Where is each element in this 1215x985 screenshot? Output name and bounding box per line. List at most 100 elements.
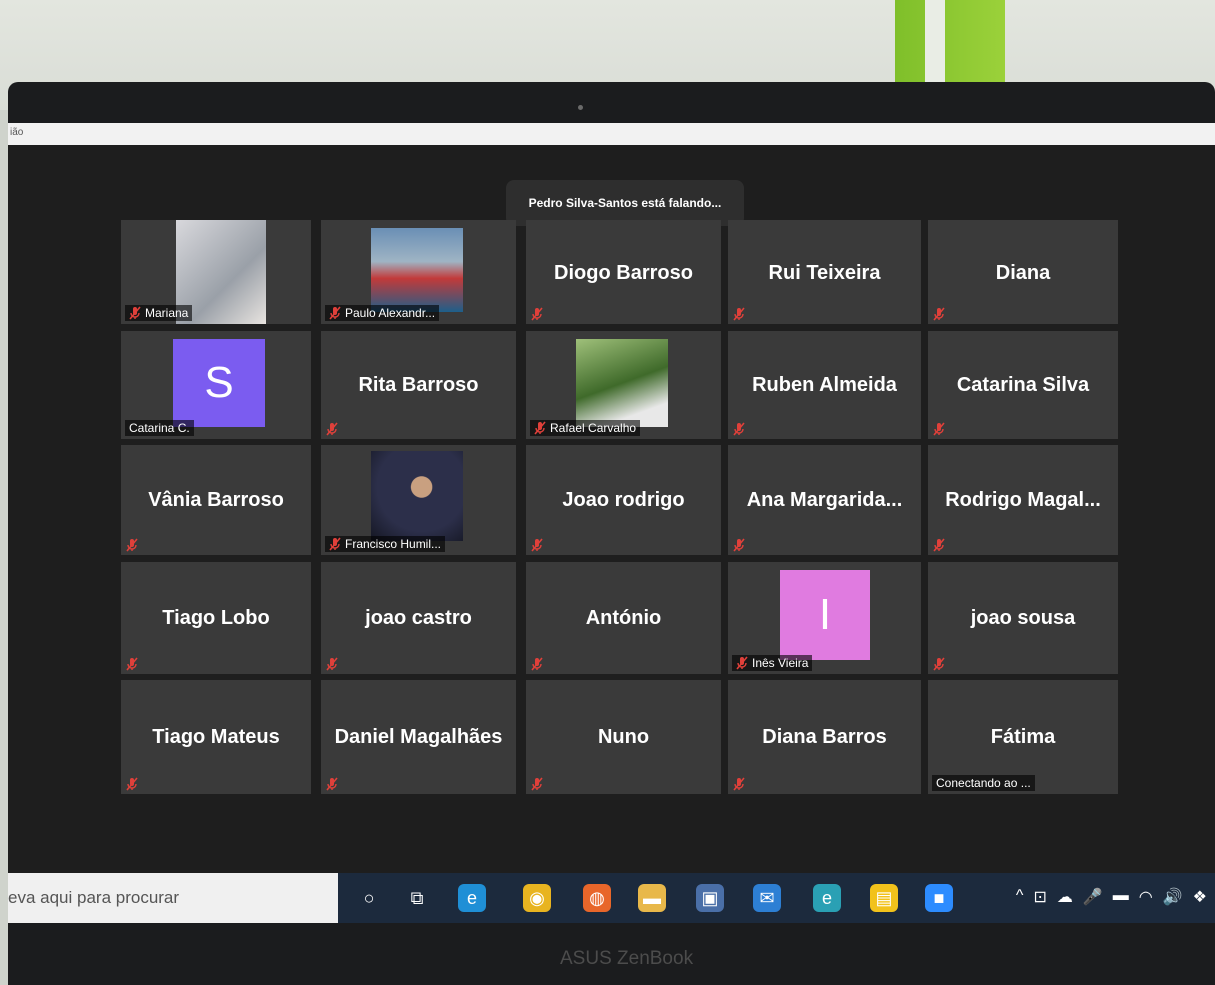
participant-tile[interactable]: António [526,562,721,674]
participant-tile[interactable]: Francisco Humil... [321,445,516,555]
firefox-icon[interactable]: ◍ [583,884,611,912]
task-view-icon[interactable]: ⧉ [403,884,431,912]
participant-tile[interactable]: I Inês Vieira [728,562,921,674]
participant-avatar: S [173,339,265,427]
cortana-icon[interactable]: ○ [355,884,383,912]
muted-mic-icon [932,538,946,552]
dropbox-icon[interactable]: ❖ [1193,887,1207,907]
participant-tile[interactable]: Rita Barroso [321,331,516,439]
participant-tile[interactable]: S Catarina C. [121,331,311,439]
participant-tile[interactable]: Fátima Conectando ao ... [928,680,1118,794]
participant-name: Paulo Alexandr... [345,306,436,320]
participant-video [371,451,463,541]
participant-tile[interactable]: Joao rodrigo [526,445,721,555]
muted-mic-icon [735,656,749,670]
participant-name-label: Catarina C. [125,420,194,436]
volume-icon[interactable]: 🔊 [1163,887,1183,907]
participant-name: Rafael Carvalho [550,421,637,435]
participant-tile[interactable]: joao castro [321,562,516,674]
participant-name: Ruben Almeida [752,374,897,397]
participant-tile[interactable]: Ana Margarida... [728,445,921,555]
participant-name: Joao rodrigo [562,489,685,511]
participant-tile[interactable]: Vânia Barroso [121,445,311,555]
chrome-icon[interactable]: ◉ [523,884,551,912]
participant-name: Vânia Barroso [148,489,284,511]
participant-name: Rui Teixeira [768,261,881,284]
participant-tile[interactable]: Tiago Lobo [121,562,311,674]
muted-mic-icon [732,422,746,436]
participant-name: Catarina C. [129,421,190,435]
search-placeholder: eva aqui para procurar [8,888,180,907]
edge-icon[interactable]: e [458,884,486,912]
system-tray: ^ ⊡ ☁ 🎤 ▬ ◠ 🔊 ❖ [1016,887,1207,907]
participant-name: Rita Barroso [358,374,479,397]
participant-name-label: Paulo Alexandr... [325,305,440,321]
zoom-meeting-window: Pedro Silva-Santos está falando... Maria… [8,145,1215,873]
participant-video [576,339,668,427]
participant-tile[interactable]: Nuno [526,680,721,794]
muted-mic-icon [325,777,339,791]
chevron-up-icon[interactable]: ^ [1016,887,1024,907]
participant-tile[interactable]: Catarina Silva [928,331,1118,439]
onedrive-icon[interactable]: ☁ [1057,887,1073,907]
laptop-brand: ASUS ZenBook [560,948,694,969]
participant-tile[interactable]: Daniel Magalhães [321,680,516,794]
participant-name: Nuno [597,725,650,748]
participant-tile[interactable]: Diogo Barroso [526,220,721,324]
participant-name-label: Rafael Carvalho [530,420,641,436]
connection-status: Conectando ao ... [932,775,1035,791]
window-title: ião [10,127,24,138]
microphone-icon[interactable]: 🎤 [1083,887,1103,907]
sticky-notes-icon[interactable]: ▤ [870,884,898,912]
muted-mic-icon [530,657,544,671]
muted-mic-icon [732,538,746,552]
participant-name: Rodrigo Magal... [945,489,1101,511]
participant-name: Catarina Silva [956,374,1090,397]
participant-name-label: Francisco Humil... [325,536,446,552]
participant-tile[interactable]: Diana Barros [728,680,921,794]
participant-avatar: I [780,570,870,660]
participant-tile[interactable]: joao sousa [928,562,1118,674]
windows-taskbar: eva aqui para procurar ○ ⧉ e ◉ ◍ ▬ ▣ ✉ e ▤ ■ ^ ⊡ ☁ 🎤 ▬… [8,873,1215,923]
participant-name: Mariana [145,306,189,320]
taskbar-search-input[interactable]: eva aqui para procurar [8,873,338,923]
participant-name: Inês Vieira [752,656,809,670]
participant-tile[interactable]: Rodrigo Magal... [928,445,1118,555]
muted-mic-icon [125,777,139,791]
participant-tile[interactable]: Mariana [121,220,311,324]
participant-name: Diogo Barroso [554,261,693,284]
laptop-screen: ião Pedro Silva-Santos está falando... M… [8,123,1215,923]
wifi-icon[interactable]: ◠ [1139,887,1153,907]
participant-name: joao sousa [970,606,1076,629]
participant-tile[interactable]: Paulo Alexandr... [321,220,516,324]
participant-name: Diana Barros [762,725,887,748]
participant-tile[interactable]: Tiago Mateus [121,680,311,794]
file-explorer-icon[interactable]: ▬ [638,884,666,912]
participant-name: Fátima [990,725,1056,748]
muted-mic-icon [732,307,746,321]
store-icon[interactable]: ▣ [696,884,724,912]
muted-mic-icon [932,307,946,321]
participant-name-label: Mariana [125,305,193,321]
muted-mic-icon [932,657,946,671]
zoom-icon[interactable]: ■ [925,884,953,912]
participant-name: António [585,606,662,629]
meet-now-icon[interactable]: ⊡ [1033,887,1046,907]
participant-tile[interactable]: Rui Teixeira [728,220,921,324]
muted-mic-icon [530,777,544,791]
participant-name: joao castro [365,606,472,629]
muted-mic-icon [325,657,339,671]
window-titlebar: ião [8,123,1215,145]
participant-tile[interactable]: Ruben Almeida [728,331,921,439]
participant-tile[interactable]: Diana [928,220,1118,324]
participant-name: Diana [995,261,1051,284]
mail-icon[interactable]: ✉ [753,884,781,912]
muted-mic-icon [732,777,746,791]
participant-tile[interactable]: Rafael Carvalho [526,331,721,439]
muted-mic-icon [932,422,946,436]
edge-profile-icon[interactable]: e [813,884,841,912]
muted-mic-icon [125,538,139,552]
muted-mic-icon [328,537,342,551]
participant-name: Ana Margarida... [746,489,903,511]
battery-icon[interactable]: ▬ [1113,887,1129,907]
